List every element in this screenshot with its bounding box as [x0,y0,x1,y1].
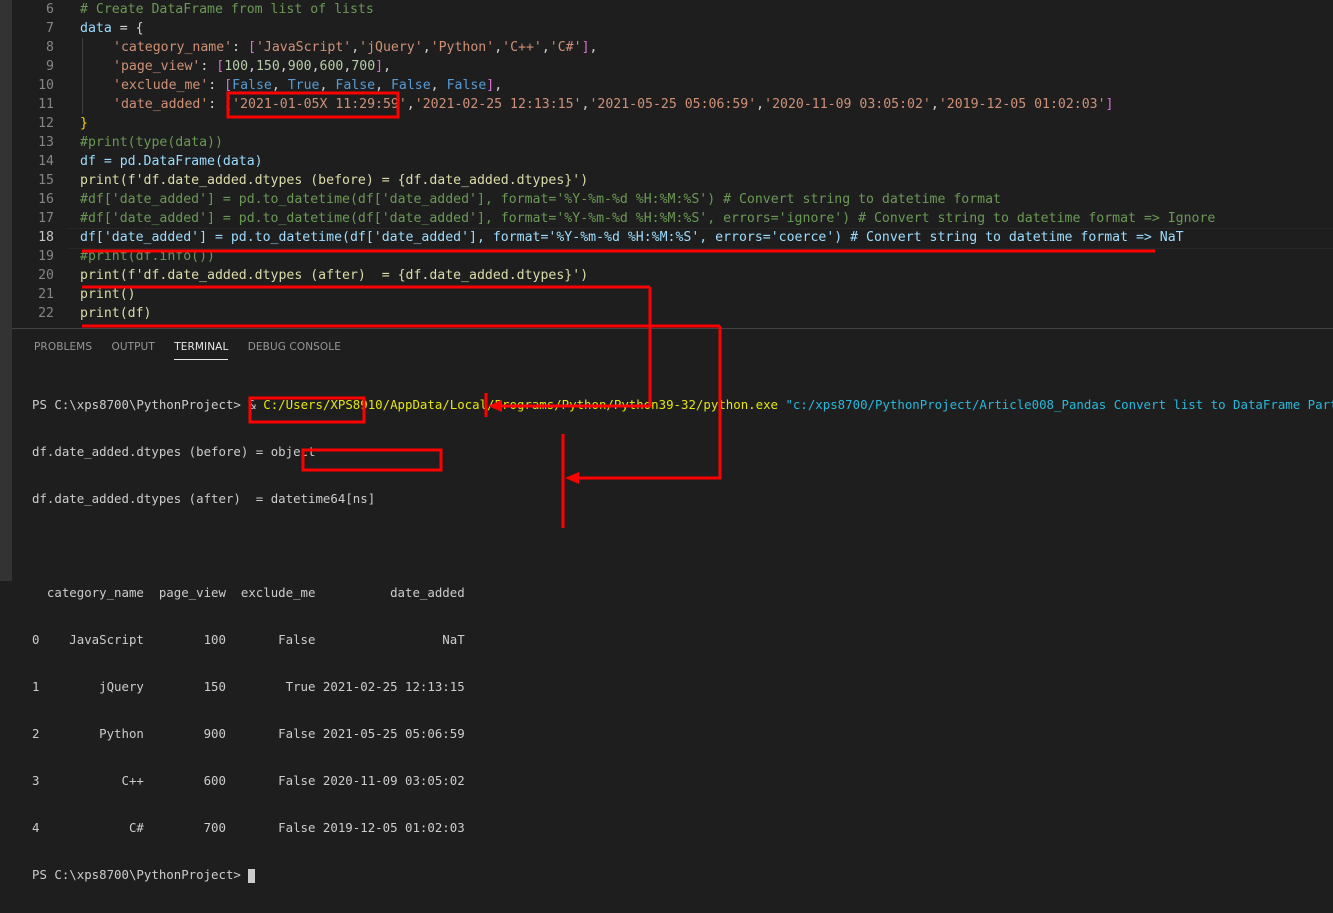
line-number: 19 [38,249,54,264]
terminal[interactable]: PS C:\xps8700\PythonProject> & C:/Users/… [32,366,1333,913]
line-number: 13 [38,135,54,150]
indent-guide [82,38,83,114]
line-number: 6 [46,2,54,17]
terminal-blank [32,537,1333,554]
terminal-cursor [248,868,256,883]
dataframe-row: 3 C++ 600 False 2020-11-09 03:05:02 [32,773,465,788]
line-number: 7 [46,21,54,36]
dataframe-row: 2 Python 900 False 2021-05-25 05:06:59 [32,726,465,741]
tab-problems[interactable]: PROBLEMS [34,341,92,359]
line-number: 22 [38,306,54,321]
terminal-command-line: PS C:\xps8700\PythonProject> & C:/Users/… [32,397,1333,412]
line-number: 18 [38,230,54,245]
dataframe-row: 1 jQuery 150 True 2021-02-25 12:13:15 [32,679,465,694]
code-editor[interactable]: 6 # Create DataFrame from list of lists 7… [12,0,1333,328]
dataframe-row: 0 JavaScript 100 False NaT [32,632,465,647]
terminal-final-prompt[interactable]: PS C:\xps8700\PythonProject> [32,866,1333,883]
line-number: 16 [38,192,54,207]
dataframe-header: category_name page_view exclude_me date_… [32,585,465,600]
line-number: 17 [38,211,54,226]
panel-tabs: PROBLEMS OUTPUT TERMINAL DEBUG CONSOLE [34,341,357,365]
activity-bar [0,0,12,581]
tab-debug-console[interactable]: DEBUG CONSOLE [248,341,341,359]
tab-terminal[interactable]: TERMINAL [174,341,229,360]
dataframe-row: 4 C# 700 False 2019-12-05 01:02:03 [32,820,465,835]
line-number: 12 [38,116,54,131]
line-number: 14 [38,154,54,169]
line-number: 10 [38,78,54,93]
line-number: 8 [46,40,54,55]
line-number: 11 [38,97,54,112]
line-number: 20 [38,268,54,283]
line-number: 9 [46,59,54,74]
tab-output[interactable]: OUTPUT [111,341,154,359]
terminal-before-line: df.date_added.dtypes (before) = object [32,444,316,459]
bottom-panel: PROBLEMS OUTPUT TERMINAL DEBUG CONSOLE P… [12,328,1333,883]
dtype-after-value: datetime64[ns] [270,491,376,506]
line-number: 15 [38,173,54,188]
line-number: 21 [38,287,54,302]
terminal-after-line: df.date_added.dtypes (after) = datetime6… [32,491,376,506]
